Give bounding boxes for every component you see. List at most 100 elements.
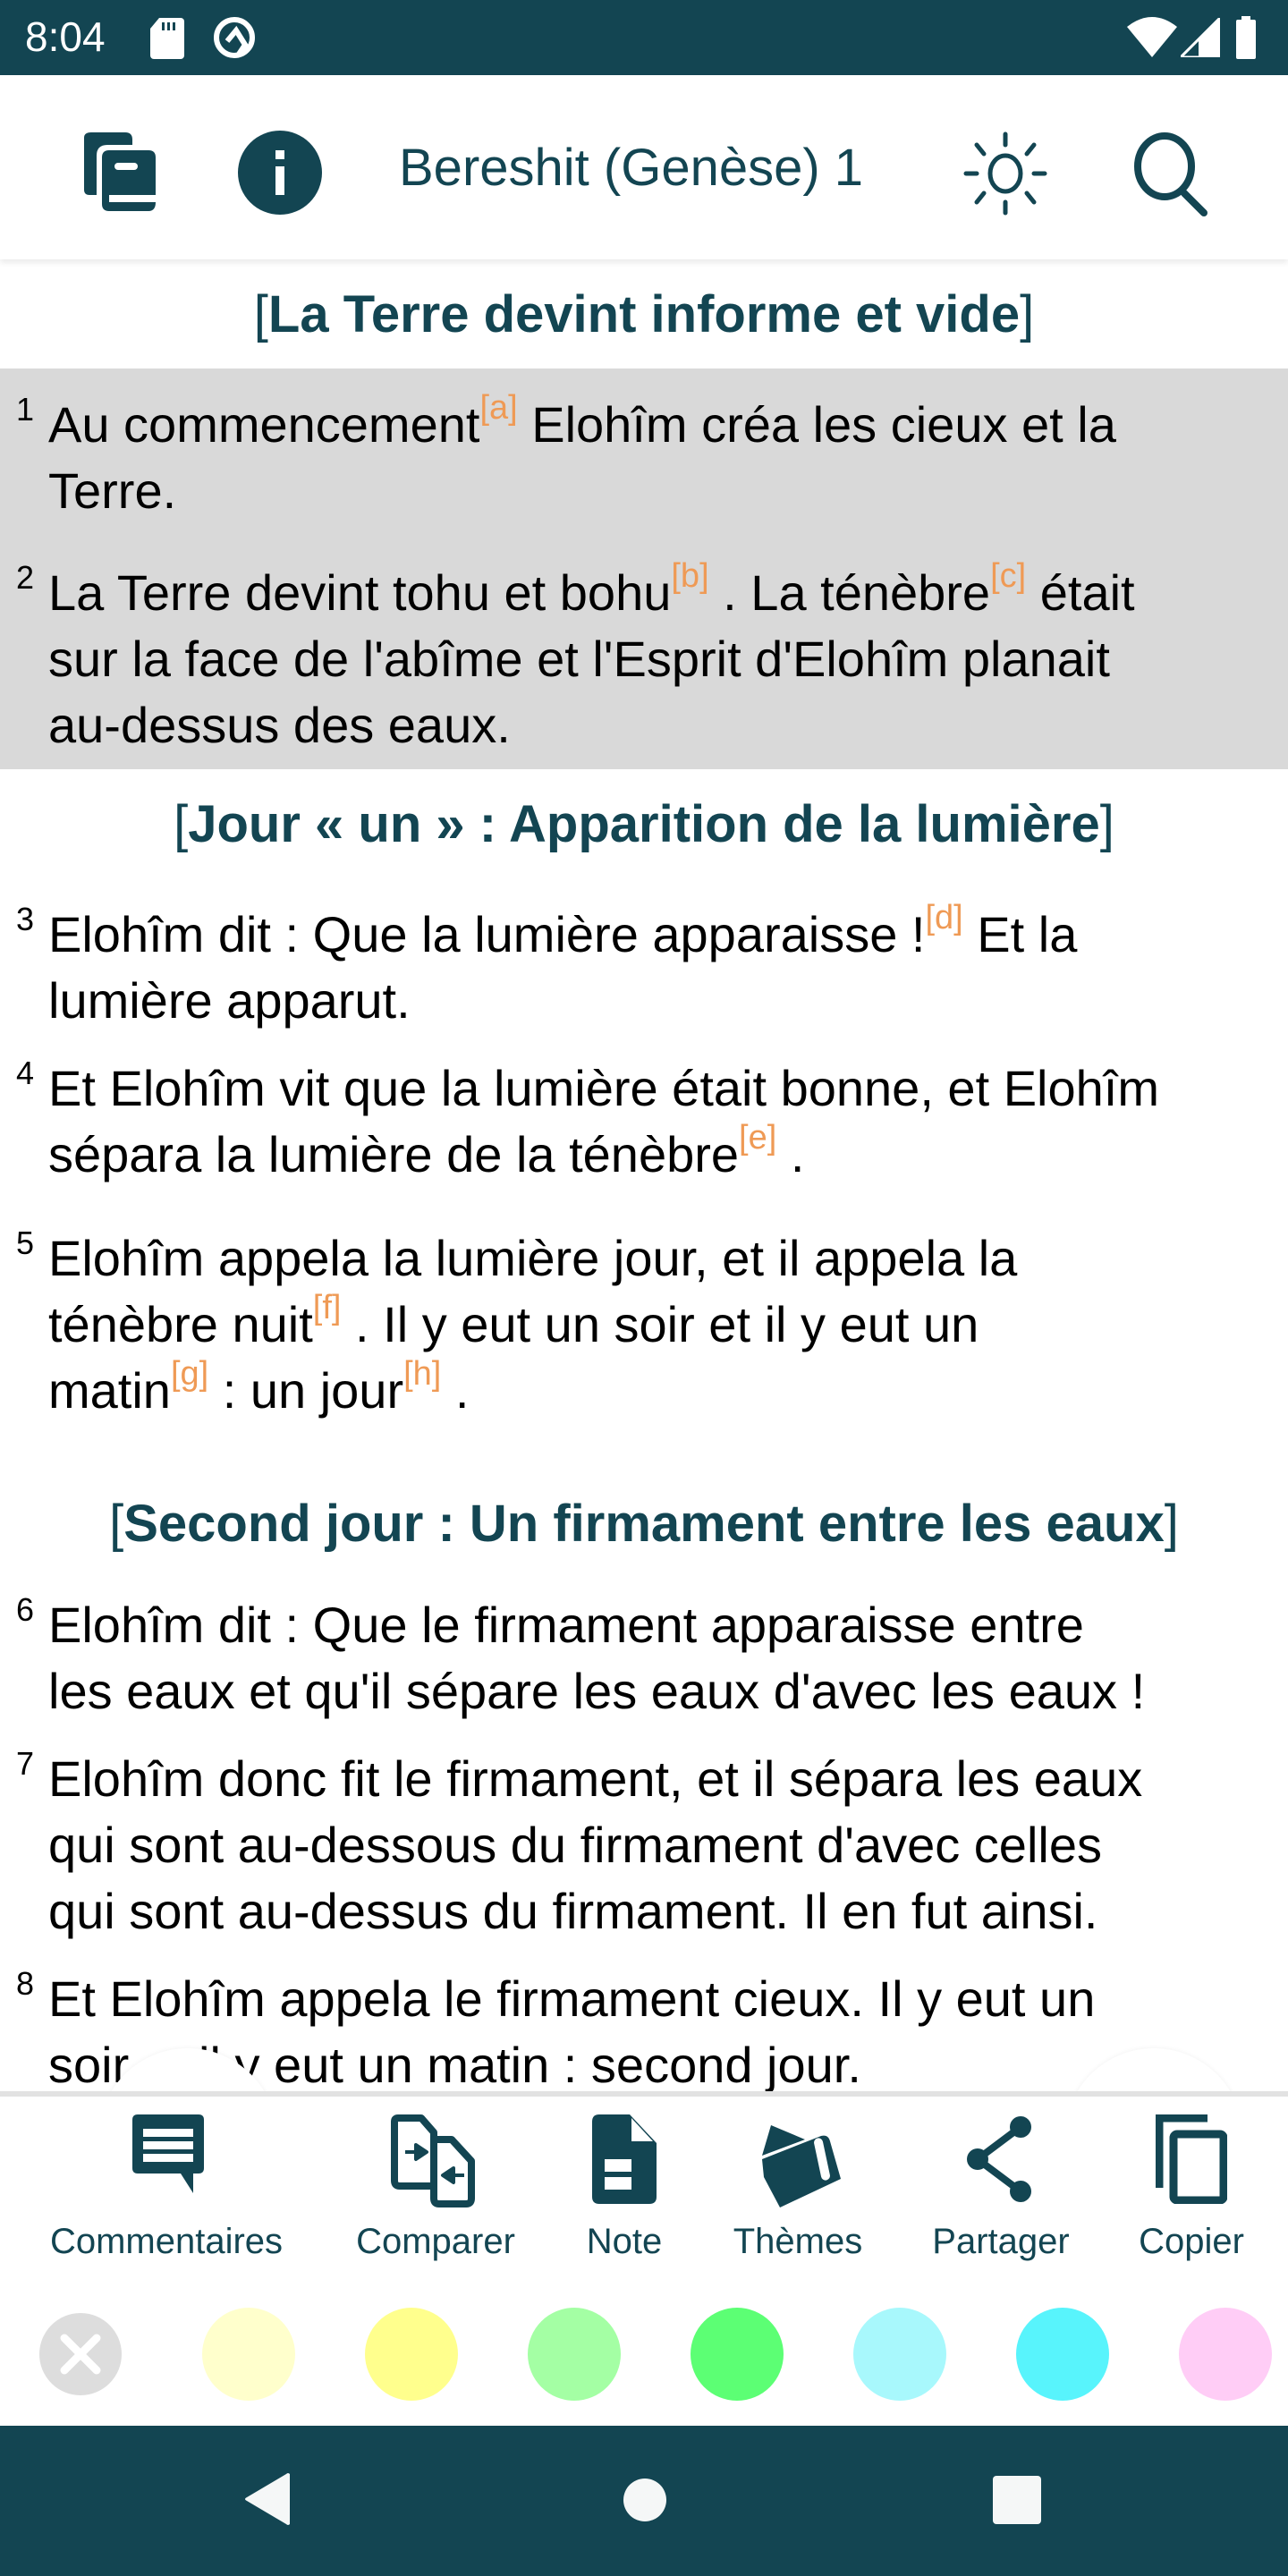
verse-text: Et Elohîm vit que la lumière était bonne… (48, 1060, 1159, 1116)
note-icon (572, 2114, 676, 2204)
info-icon[interactable] (238, 131, 322, 219)
verse-line: ténèbre nuit[f] . Il y eut un soir et il… (48, 1289, 1283, 1358)
highlight-color-pink[interactable] (1179, 2308, 1272, 2401)
verse-number: 3 (16, 901, 35, 937)
verse-text: qui sont au-dessous du firmament d'avec … (48, 1817, 1102, 1873)
footnote-marker[interactable]: [d] (925, 899, 962, 936)
books-icon[interactable] (77, 132, 159, 216)
footnote-marker[interactable]: [g] (171, 1355, 208, 1393)
chapter-title[interactable]: Bereshit (Genèse) 1 (399, 138, 863, 198)
verse-text: était (1026, 564, 1135, 621)
highlight-color-light-green[interactable] (528, 2308, 621, 2401)
search-icon[interactable] (1129, 131, 1215, 221)
verse-line: Elohîm dit : Que la lumière apparaisse !… (48, 899, 1283, 968)
home-icon[interactable] (623, 2478, 667, 2527)
verse-number: 7 (16, 1745, 35, 1782)
footnote-marker[interactable]: [a] (479, 389, 517, 427)
verse-line: les eaux et qu'il sépare les eaux d'avec… (48, 1658, 1283, 1724)
verse-text: Elohîm appela la lumière jour, et il app… (48, 1230, 1018, 1286)
verse-line: La Terre devint tohu et bohu[b] . La tén… (48, 557, 1283, 626)
verse-text: ténèbre nuit (48, 1296, 313, 1352)
highlight-color-cyan[interactable] (1016, 2308, 1109, 2401)
comment-icon (43, 2114, 290, 2204)
verse-text: lumière apparut. (48, 972, 411, 1029)
verse-number: 6 (16, 1591, 35, 1628)
verse[interactable]: 1 Au commencement[a] Elohîm créa les cieu… (16, 389, 1283, 524)
verse-text: sur la face de l'abîme et l'Esprit d'Elo… (48, 631, 1110, 687)
highlight-color-light-yellow[interactable] (202, 2308, 295, 2401)
verse-text: Elohîm dit : Que la lumière apparaisse ! (48, 906, 926, 962)
navigation-bar (0, 2426, 1288, 2576)
verse[interactable]: 5 Elohîm appela la lumière jour, et il ap… (16, 1225, 1283, 1424)
verse-text: les eaux et qu'il sépare les eaux d'avec… (48, 1663, 1146, 1719)
action-share[interactable]: Partager (927, 2114, 1075, 2262)
verse-line: qui sont au-dessus du firmament. Il en f… (48, 1878, 1283, 1945)
verse-number: 5 (16, 1224, 35, 1261)
status-time: 8:04 (25, 13, 106, 60)
verse-line: Terre. (48, 458, 1283, 524)
highlight-color-yellow[interactable] (365, 2308, 458, 2401)
verse[interactable]: 3 Elohîm dit : Que la lumière apparaisse … (16, 899, 1283, 1034)
verse-line: Et Elohîm vit que la lumière était bonne… (48, 1055, 1283, 1122)
verse-text: matin (48, 1362, 171, 1419)
wifi-icon (1127, 16, 1177, 62)
sync-q-icon (211, 14, 258, 65)
share-icon (927, 2114, 1075, 2204)
verse-text: Elohîm dit : Que le firmament apparaisse… (48, 1597, 1084, 1653)
themes-icon (726, 2114, 869, 2207)
verse-text: Elohîm créa les cieux et la (517, 396, 1116, 453)
footnote-marker[interactable]: [h] (403, 1355, 441, 1393)
verse[interactable]: 7 Elohîm donc fit le firmament, et il sép… (16, 1746, 1283, 1945)
verse-line: qui sont au-dessous du firmament d'avec … (48, 1812, 1283, 1878)
brightness-icon[interactable] (962, 131, 1048, 221)
action-copy[interactable]: Copier (1131, 2114, 1252, 2262)
chapter-content[interactable]: [La Terre devint informe et vide] 1 Au co… (0, 259, 1288, 2095)
footnote-marker[interactable]: [b] (671, 557, 708, 595)
verse-text: Au commencement (48, 396, 480, 453)
verse-text: . (441, 1362, 470, 1419)
signal-icon (1177, 14, 1222, 62)
verse[interactable]: 2 La Terre devint tohu et bohu[b] . La té… (16, 557, 1283, 758)
copy-icon (1131, 2114, 1252, 2205)
verse-line: sur la face de l'abîme et l'Esprit d'Elo… (48, 626, 1283, 692)
footnote-marker[interactable]: [c] (990, 557, 1026, 595)
verse-text: . La ténèbre (708, 564, 991, 621)
verse-text: . Il y eut un soir et il y eut un (341, 1296, 979, 1352)
verse-number: 1 (16, 391, 35, 428)
verse-text: Elohîm donc fit le firmament, et il sépa… (48, 1750, 1143, 1807)
verse-text: sépara la lumière de la ténèbre (48, 1126, 740, 1182)
verse-text: Et la (962, 906, 1078, 962)
section-heading: [La Terre devint informe et vide] (253, 285, 1035, 343)
highlight-color-clear[interactable] (39, 2313, 122, 2395)
verse-line: au-dessus des eaux. (48, 692, 1283, 758)
verse-number: 4 (16, 1055, 35, 1091)
verse[interactable]: 6 Elohîm dit : Que le firmament apparaiss… (16, 1592, 1283, 1724)
verse-text: Et Elohîm appela le firmament cieux. Il … (48, 1970, 1096, 2027)
recents-icon[interactable] (993, 2476, 1041, 2529)
action-themes[interactable]: Thèmes (726, 2114, 869, 2262)
verse-line: Elohîm appela la lumière jour, et il app… (48, 1225, 1283, 1292)
verse-line: matin[g] : un jour[h] . (48, 1355, 1283, 1424)
verse-line: Et Elohîm appela le firmament cieux. Il … (48, 1966, 1283, 2032)
footnote-marker[interactable]: [f] (313, 1289, 342, 1326)
verse-text: qui sont au-dessus du firmament. Il en f… (48, 1883, 1098, 1939)
compare-icon (343, 2114, 528, 2207)
verse[interactable]: 4 Et Elohîm vit que la lumière était bonn… (16, 1055, 1283, 1188)
back-icon[interactable] (243, 2472, 293, 2530)
verse-text: . (776, 1126, 805, 1182)
app-bar: Bereshit (Genèse) 1 (0, 75, 1288, 259)
action-note[interactable]: Note (572, 2114, 676, 2262)
section-heading: [Second jour : Un firmament entre les ea… (109, 1495, 1179, 1553)
footnote-marker[interactable]: [e] (739, 1119, 776, 1157)
sd-card-icon (150, 18, 184, 64)
highlight-color-light-cyan[interactable] (853, 2308, 946, 2401)
verse-text: au-dessus des eaux. (48, 697, 511, 753)
action-compare[interactable]: Comparer (343, 2114, 528, 2262)
verse-text: : un jour (208, 1362, 404, 1419)
verse-line: Elohîm dit : Que le firmament apparaisse… (48, 1592, 1283, 1658)
verse-text: La Terre devint tohu et bohu (48, 564, 672, 621)
verse-number: 8 (16, 1965, 35, 2002)
action-comments[interactable]: Commentaires (43, 2114, 290, 2262)
highlight-color-green[interactable] (691, 2308, 784, 2401)
verse-line: lumière apparut. (48, 968, 1283, 1034)
